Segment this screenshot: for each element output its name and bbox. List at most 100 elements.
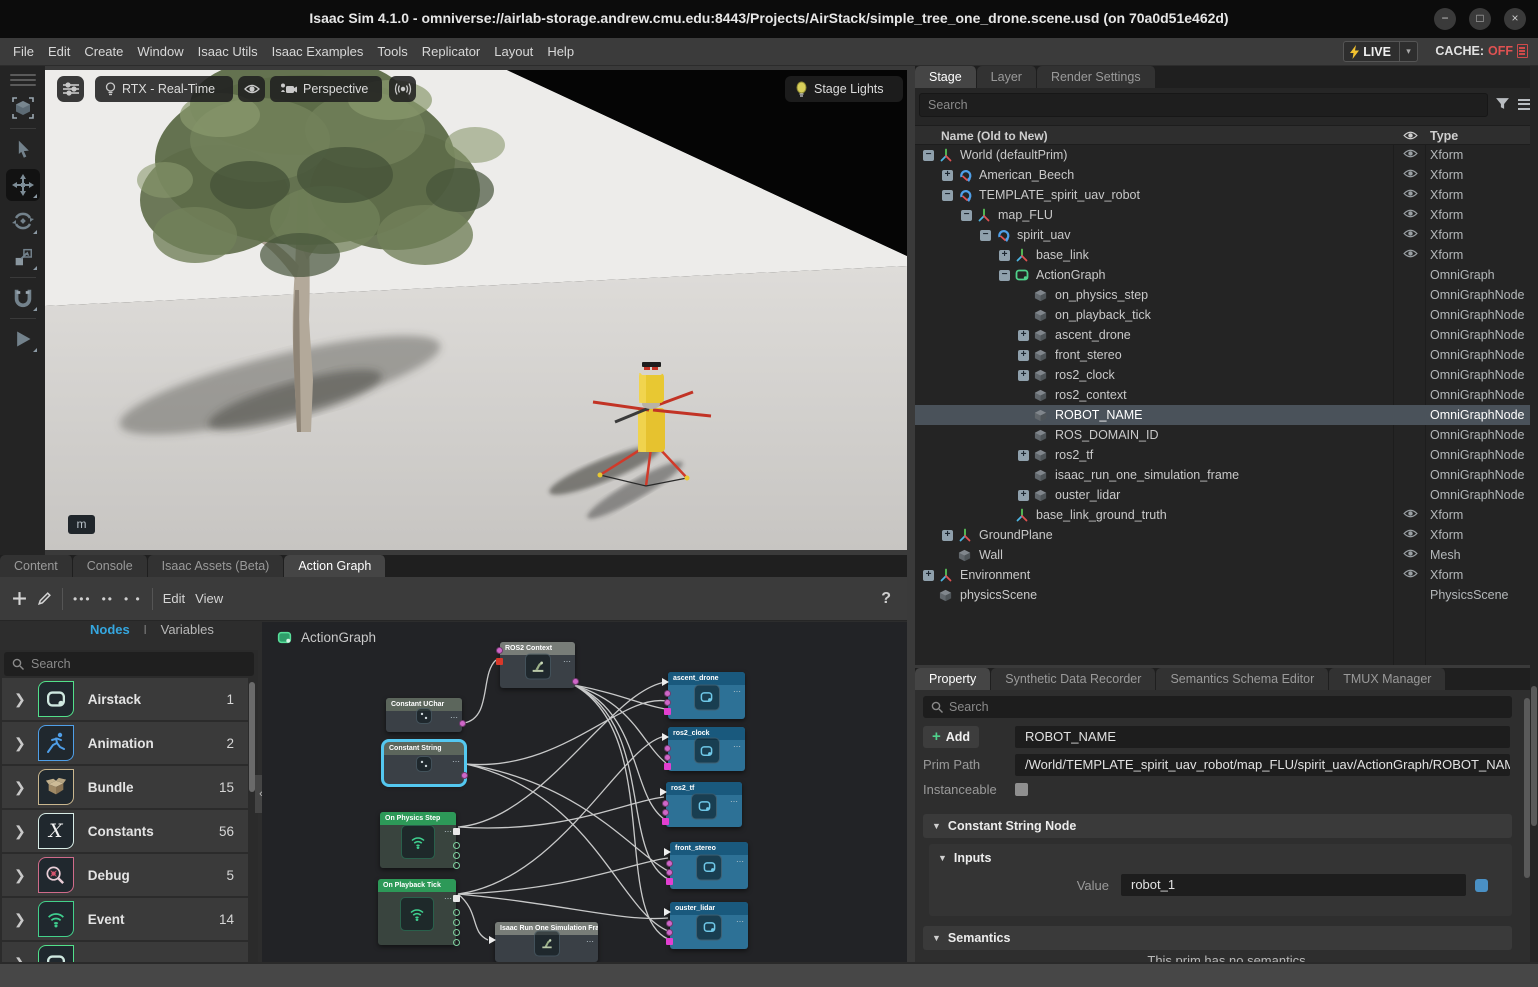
node-type-section-header[interactable]: ▼ Constant String Node xyxy=(923,814,1512,838)
node-port[interactable] xyxy=(660,788,667,796)
expand-expander[interactable]: + xyxy=(942,170,953,181)
expand-expander[interactable]: + xyxy=(999,250,1010,261)
node-port[interactable] xyxy=(666,869,673,876)
camera-selector[interactable]: Perspective xyxy=(270,76,382,102)
stage-row-ros2-tf[interactable]: +ros2_tfOmniGraphNode xyxy=(915,445,1530,465)
node-menu-dots[interactable]: ⋯ xyxy=(736,917,745,926)
move-tool[interactable] xyxy=(6,169,40,201)
node-port[interactable] xyxy=(664,690,671,697)
stage-row-base-link-ground-truth[interactable]: base_link_ground_truthXform xyxy=(915,505,1530,525)
node-category-bundle[interactable]: ❯Bundle15 xyxy=(2,766,248,808)
variables-tab[interactable]: Variables xyxy=(161,622,214,637)
stage-row-ros2-clock[interactable]: +ros2_clockOmniGraphNode xyxy=(915,365,1530,385)
audio-button[interactable] xyxy=(389,76,416,102)
stage-row-world-defaultprim-[interactable]: −World (defaultPrim)Xform xyxy=(915,145,1530,165)
panel-divider[interactable] xyxy=(907,66,915,962)
visibility-eye-icon[interactable] xyxy=(1397,188,1423,202)
expand-expander[interactable]: + xyxy=(1018,350,1029,361)
graph-node-front-stereo[interactable]: front_stereo⋯ xyxy=(670,842,748,889)
node-port[interactable] xyxy=(453,919,460,926)
action-graph-canvas[interactable]: ActionGraph ROS2 Context⋯Constant UChar⋯… xyxy=(262,622,907,962)
node-menu-dots[interactable]: ⋯ xyxy=(736,857,745,866)
window-scrollbar[interactable] xyxy=(1531,686,1537,826)
chevron-right-icon[interactable]: ❯ xyxy=(14,779,26,796)
live-sync-button[interactable]: LIVE xyxy=(1343,41,1400,62)
node-menu-dots[interactable]: ⋯ xyxy=(450,713,459,722)
tab-layer[interactable]: Layer xyxy=(977,66,1037,88)
node-port[interactable] xyxy=(664,908,671,916)
visibility-eye-icon[interactable] xyxy=(1397,548,1423,562)
expand-expander[interactable]: + xyxy=(1018,490,1029,501)
view-menu[interactable]: View xyxy=(195,591,223,606)
menu-file[interactable]: File xyxy=(6,38,41,59)
collapse-expander[interactable]: − xyxy=(980,230,991,241)
tab-content[interactable]: Content xyxy=(0,555,73,577)
menu-layout[interactable]: Layout xyxy=(487,38,540,59)
node-menu-dots[interactable]: ⋯ xyxy=(444,894,453,903)
stage-row-map-flu[interactable]: −map_FLUXform xyxy=(915,205,1530,225)
tab-isaac-assets-beta-[interactable]: Isaac Assets (Beta) xyxy=(148,555,285,577)
menu-edit[interactable]: Edit xyxy=(41,38,77,59)
scale-tool[interactable] xyxy=(6,241,40,273)
rotate-tool[interactable] xyxy=(6,205,40,237)
type-column-header[interactable]: Type xyxy=(1430,129,1458,143)
visibility-eye-icon[interactable] xyxy=(1397,208,1423,222)
node-menu-dots[interactable]: ⋯ xyxy=(733,687,742,696)
node-category-debug[interactable]: ❯Debug5 xyxy=(2,854,248,896)
maximize-button[interactable]: □ xyxy=(1469,8,1491,30)
semantics-section-header[interactable]: ▼ Semantics xyxy=(923,926,1512,950)
node-port[interactable] xyxy=(461,772,468,779)
node-category-event[interactable]: ❯Event14 xyxy=(2,898,248,940)
node-category-partial[interactable]: ❯ xyxy=(2,942,248,962)
help-button[interactable]: ? xyxy=(881,590,891,608)
nodes-tab[interactable]: Nodes xyxy=(90,622,130,637)
value-input[interactable]: robot_1 xyxy=(1121,874,1466,896)
expand-expander[interactable]: + xyxy=(1018,370,1029,381)
graph-node-ouster-lidar[interactable]: ouster_lidar⋯ xyxy=(670,902,748,949)
stage-search-input[interactable] xyxy=(919,93,1488,117)
select-mode-tool[interactable] xyxy=(6,92,40,124)
value-options-button[interactable] xyxy=(1475,879,1488,892)
node-port[interactable] xyxy=(666,938,673,945)
node-menu-dots[interactable]: ⋯ xyxy=(730,797,739,806)
new-graph-icon[interactable] xyxy=(12,591,27,606)
menu-tools[interactable]: Tools xyxy=(370,38,414,59)
chevron-right-icon[interactable]: ❯ xyxy=(14,691,26,708)
visibility-eye-icon[interactable] xyxy=(1397,248,1423,262)
prim-path-field[interactable]: /World/TEMPLATE_spirit_uav_robot/map_FLU… xyxy=(1015,754,1510,776)
graph-node-ros2-tf[interactable]: ros2_tf⋯ xyxy=(666,782,742,827)
node-search[interactable]: Search xyxy=(4,652,254,676)
visibility-eye-icon[interactable] xyxy=(1397,228,1423,242)
node-port[interactable] xyxy=(496,658,503,665)
node-port[interactable] xyxy=(453,895,460,902)
node-port[interactable] xyxy=(453,909,460,916)
tab-property[interactable]: Property xyxy=(915,668,991,690)
stage-row-on-physics-step[interactable]: on_physics_stepOmniGraphNode xyxy=(915,285,1530,305)
node-menu-dots[interactable]: ⋯ xyxy=(586,937,595,946)
expand-expander[interactable]: + xyxy=(923,570,934,581)
node-port[interactable] xyxy=(662,809,669,816)
node-port[interactable] xyxy=(459,720,466,727)
add-property-button[interactable]: + Add xyxy=(923,726,979,748)
stage-row-environment[interactable]: +EnvironmentXform xyxy=(915,565,1530,585)
graph-node-constant-string[interactable]: Constant String⋯ xyxy=(384,742,464,784)
stage-row-american-beech[interactable]: +American_BeechXform xyxy=(915,165,1530,185)
node-port[interactable] xyxy=(453,939,460,946)
tab-render-settings[interactable]: Render Settings xyxy=(1037,66,1156,88)
stage-row-ros2-context[interactable]: ros2_contextOmniGraphNode xyxy=(915,385,1530,405)
node-port[interactable] xyxy=(489,936,496,944)
chevron-right-icon[interactable]: ❯ xyxy=(14,823,26,840)
chevron-right-icon[interactable]: ❯ xyxy=(14,911,26,928)
collapse-expander[interactable]: − xyxy=(999,270,1010,281)
node-menu-dots[interactable]: ⋯ xyxy=(733,742,742,751)
stage-row-template-spirit-uav-robot[interactable]: −TEMPLATE_spirit_uav_robotXform xyxy=(915,185,1530,205)
visibility-eye-icon[interactable] xyxy=(1397,148,1423,162)
node-category-animation[interactable]: ❯Animation2 xyxy=(2,722,248,764)
edit-graph-icon[interactable] xyxy=(37,591,52,606)
expand-expander[interactable]: + xyxy=(1018,450,1029,461)
stage-row-spirit-uav[interactable]: −spirit_uavXform xyxy=(915,225,1530,245)
visibility-eye-icon[interactable] xyxy=(1397,528,1423,542)
menu-isaac-examples[interactable]: Isaac Examples xyxy=(265,38,371,59)
collapse-expander[interactable]: − xyxy=(923,150,934,161)
play-button[interactable] xyxy=(6,323,40,355)
